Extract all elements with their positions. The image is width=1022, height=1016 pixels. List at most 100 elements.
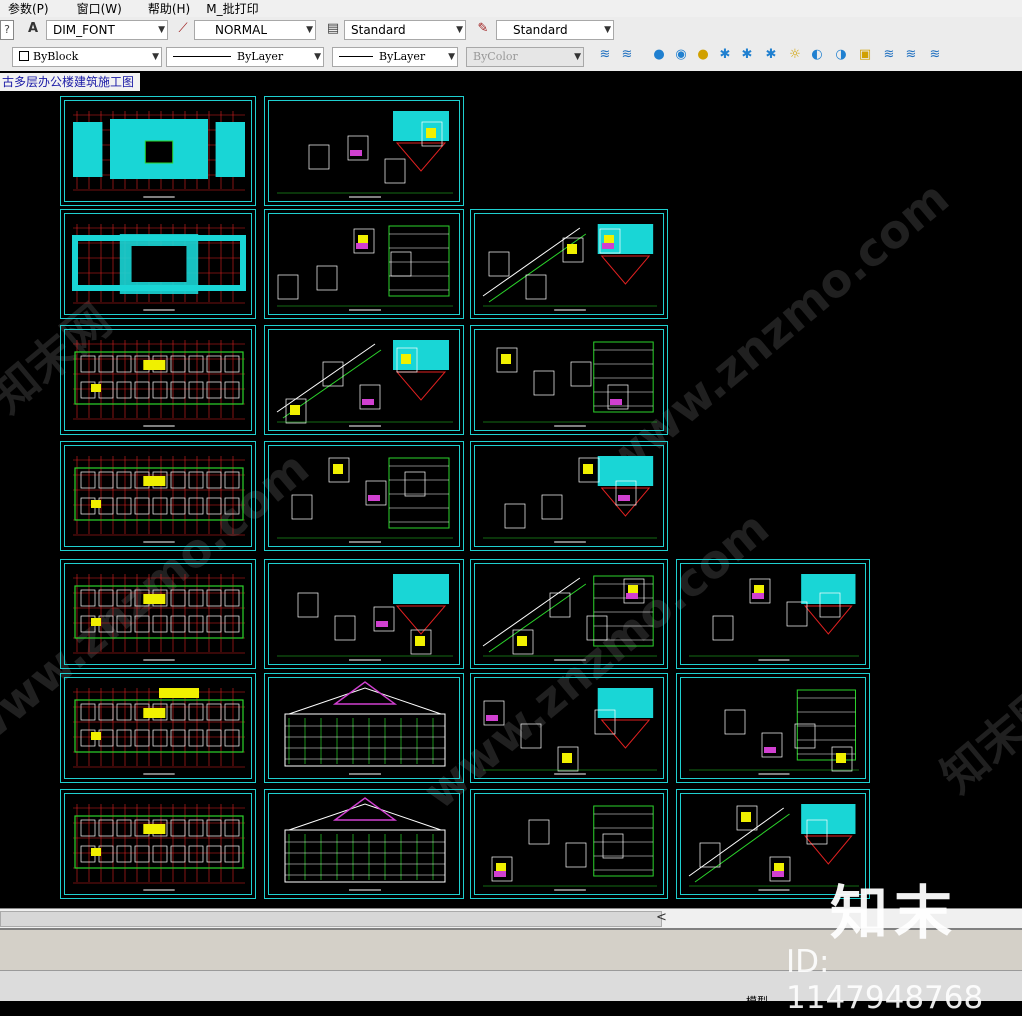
- linetype-select[interactable]: ByLayer ▼: [166, 47, 324, 67]
- drawing-sheet[interactable]: [264, 209, 464, 319]
- sheet-drawing: [277, 457, 453, 543]
- layer-freeze-icon[interactable]: ✱: [716, 46, 734, 64]
- drawing-sheet[interactable]: [60, 559, 256, 669]
- sheet-drawing: [689, 574, 859, 661]
- sheet-drawing: [277, 111, 453, 198]
- layer-delete-icon[interactable]: ≋: [902, 46, 920, 64]
- watermark-brand-2: 知末网: [930, 673, 1022, 804]
- layer-unlock-icon[interactable]: ◐: [808, 46, 826, 64]
- layer-change-icon[interactable]: ▣: [856, 46, 874, 64]
- linetype-value: ByLayer: [237, 50, 284, 63]
- plotstyle-select[interactable]: ByColor ▼: [466, 47, 584, 67]
- sheet-drawing: [277, 574, 453, 661]
- layer-walk-icon[interactable]: ≋: [926, 46, 944, 64]
- sheet-drawing: [483, 456, 657, 543]
- image-id-label: ID: 1147948768: [786, 944, 984, 1016]
- drawing-sheet[interactable]: [470, 673, 668, 783]
- drawing-sheet[interactable]: [470, 441, 668, 551]
- drawing-sheet[interactable]: [676, 673, 870, 783]
- drawing-sheet[interactable]: [264, 325, 464, 435]
- drawing-sheet[interactable]: [264, 96, 464, 206]
- drawing-sheet[interactable]: [470, 209, 668, 319]
- sheet-drawing: [73, 688, 245, 775]
- sheet-drawing: [277, 225, 453, 311]
- drawing-sheet[interactable]: [60, 673, 256, 783]
- lineweight-select[interactable]: ByLayer ▼: [332, 47, 458, 67]
- document-tab-strip: 古多层办公楼建筑施工图: [0, 71, 1022, 93]
- drawing-sheet[interactable]: [60, 209, 256, 319]
- chevron-down-icon: ▼: [306, 25, 313, 35]
- layer-bulb-icon[interactable]: ●: [650, 46, 668, 64]
- text-style-value: DIM_FONT: [53, 23, 115, 37]
- layer-match-icon[interactable]: ◑: [832, 46, 850, 64]
- drawing-sheet[interactable]: [264, 441, 464, 551]
- layer-on-icon[interactable]: ☼: [786, 46, 804, 64]
- sheet-drawing: [482, 575, 657, 661]
- menu-bar: 参数(P) 窗口(W) 帮助(H) M_批打印: [0, 0, 1022, 17]
- sheet-drawing: [284, 681, 446, 775]
- sheet-drawing: [73, 111, 245, 198]
- layer-isolate-icon[interactable]: ◉: [672, 46, 690, 64]
- drawing-sheet[interactable]: [60, 325, 256, 435]
- drawing-sheet[interactable]: [470, 559, 668, 669]
- sheet-drawing: [689, 689, 859, 775]
- sheet-drawing: [284, 797, 446, 891]
- drawing-sheet[interactable]: [60, 441, 256, 551]
- sheet-drawing: [483, 341, 657, 427]
- menu-item-batch-plot[interactable]: M_批打印: [198, 0, 266, 17]
- layer-merge-icon[interactable]: ≋: [880, 46, 898, 64]
- drawing-sheet[interactable]: [60, 96, 256, 206]
- drawing-sheet[interactable]: [470, 325, 668, 435]
- layer-properties-icon[interactable]: ≋: [596, 46, 614, 64]
- menu-item-params[interactable]: 参数(P): [0, 0, 57, 17]
- drawing-sheet[interactable]: [264, 673, 464, 783]
- multileader-style-value: Standard: [513, 23, 568, 37]
- color-swatch-icon: [19, 51, 29, 61]
- layer-thaw-icon[interactable]: ✱: [738, 46, 756, 64]
- brand-logo: 知末: [830, 879, 959, 947]
- menu-item-window[interactable]: 窗口(W): [69, 0, 130, 17]
- chevron-down-icon: ▼: [158, 25, 165, 35]
- drawing-sheet[interactable]: [264, 559, 464, 669]
- drawing-canvas[interactable]: www.znzmo.com www.znzmo.com 知末网 知末网 www.…: [0, 93, 1022, 907]
- multileader-style-icon[interactable]: ✎: [474, 20, 492, 38]
- model-tab[interactable]: 模型: [746, 993, 768, 1009]
- sheet-drawing: [482, 224, 657, 311]
- text-style-icon[interactable]: A: [24, 20, 42, 38]
- chevron-down-icon: ▼: [604, 25, 611, 35]
- sheet-drawing: [483, 805, 657, 891]
- multileader-style-select[interactable]: Standard ▼: [496, 20, 614, 40]
- lineweight-value: ByLayer: [379, 50, 426, 63]
- drawing-sheet[interactable]: [60, 789, 256, 899]
- lineweight-preview: [339, 56, 373, 57]
- menu-item-help[interactable]: 帮助(H): [140, 0, 198, 17]
- chevron-down-icon: ▼: [456, 25, 463, 35]
- sheet-drawing: [73, 804, 245, 891]
- text-style-select[interactable]: DIM_FONT ▼: [46, 20, 168, 40]
- table-style-select[interactable]: Standard ▼: [344, 20, 466, 40]
- layer-off-icon[interactable]: ●: [694, 46, 712, 64]
- dim-style-icon[interactable]: ⟋: [174, 20, 192, 38]
- layer-lock-icon[interactable]: ✱: [762, 46, 780, 64]
- properties-toolbar: ByBlock ▼ ByLayer ▼ ByLayer ▼ ByColor ▼ ≋ ≋ …: [0, 43, 1022, 72]
- drawing-sheet[interactable]: [676, 559, 870, 669]
- dim-style-value: NORMAL: [215, 23, 268, 37]
- styles-toolbar: ? A DIM_FONT ▼ ⟋ NORMAL ▼ ▤ Standard ▼ ✎ St…: [0, 17, 1022, 44]
- linetype-preview: [173, 56, 231, 57]
- sheet-drawing: [72, 224, 246, 311]
- document-tab[interactable]: 古多层办公楼建筑施工图: [0, 73, 141, 91]
- layer-state-icon[interactable]: ≋: [618, 46, 636, 64]
- table-style-value: Standard: [351, 23, 406, 37]
- color-select[interactable]: ByBlock ▼: [12, 47, 162, 67]
- drawing-sheet[interactable]: [264, 789, 464, 899]
- dim-style-select[interactable]: NORMAL ▼: [194, 20, 316, 40]
- color-value: ByBlock: [33, 50, 79, 63]
- help-button[interactable]: ?: [0, 20, 14, 40]
- chevron-down-icon: ▼: [574, 52, 581, 62]
- scroll-left-icon[interactable]: <: [656, 910, 667, 925]
- drawing-sheet[interactable]: [470, 789, 668, 899]
- sheet-drawing: [73, 574, 245, 661]
- scrollbar-thumb[interactable]: [0, 911, 662, 927]
- sheet-drawing: [73, 340, 245, 427]
- table-style-icon[interactable]: ▤: [324, 20, 342, 38]
